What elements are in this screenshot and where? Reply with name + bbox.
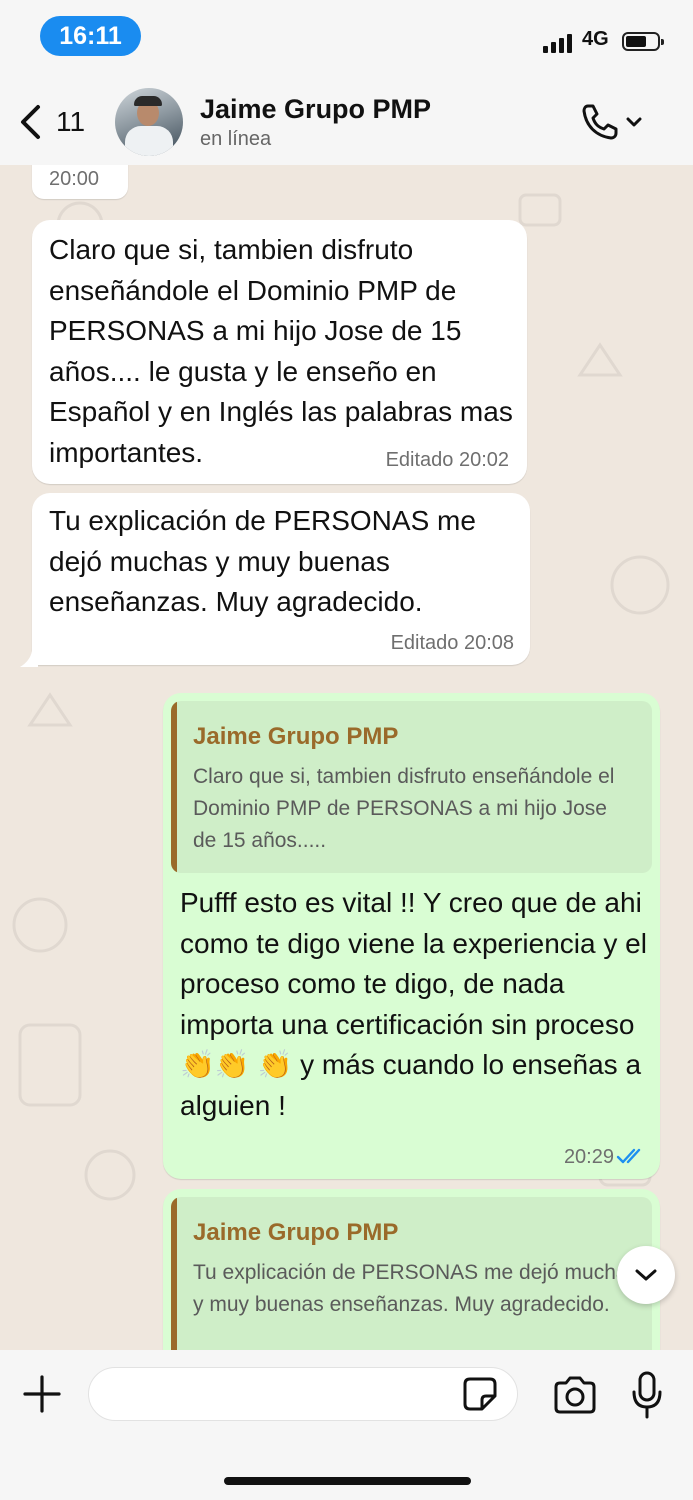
back-chevron-icon[interactable] — [16, 104, 46, 140]
composer-bar — [0, 1350, 693, 1500]
mic-icon[interactable] — [630, 1370, 664, 1420]
quote-author: Jaime Grupo PMP — [193, 723, 399, 750]
plus-icon[interactable] — [22, 1374, 62, 1414]
quote-text: Claro que si, tambien disfruto enseñándo… — [193, 765, 615, 852]
chat-header: 11 Jaime Grupo PMP en línea — [0, 80, 693, 165]
message-text: Pufff esto es vital !! Y creo que de ahi… — [180, 887, 647, 1121]
network-type: 4G — [582, 28, 609, 50]
home-indicator — [224, 1477, 471, 1485]
sticker-icon[interactable] — [462, 1376, 498, 1412]
message-bubble-incoming[interactable]: Tu explicación de PERSONAS me dejó mucha… — [32, 493, 530, 665]
status-time: 16:11 — [40, 16, 141, 56]
scroll-down-button[interactable] — [617, 1246, 675, 1304]
phone-icon[interactable] — [580, 102, 652, 142]
message-time: 20:00 — [49, 168, 100, 190]
double-check-icon — [616, 1148, 641, 1164]
quoted-message[interactable]: Jaime Grupo PMP Tu explicación de PERSON… — [171, 1197, 652, 1350]
chevron-down-icon — [626, 117, 642, 127]
quote-text: Tu explicación de PERSONAS me dejó mucha… — [193, 1261, 639, 1316]
message-bubble-outgoing[interactable]: Jaime Grupo PMP Claro que si, tambien di… — [163, 693, 660, 1179]
camera-icon[interactable] — [552, 1375, 598, 1415]
message-meta: Editado 20:02 — [385, 449, 509, 471]
quote-author: Jaime Grupo PMP — [193, 1219, 399, 1246]
quoted-message[interactable]: Jaime Grupo PMP Claro que si, tambien di… — [171, 701, 652, 873]
message-bubble-incoming[interactable]: Claro que si, tambien disfruto enseñándo… — [32, 220, 527, 484]
message-bubble-incoming[interactable]: 20:00 — [32, 165, 128, 199]
message-time: 20:29 — [563, 1146, 614, 1168]
message-text: Claro que si, tambien disfruto enseñándo… — [49, 234, 513, 468]
cell-signal-icon — [543, 34, 572, 53]
message-meta: Editado 20:08 — [390, 632, 514, 654]
message-bubble-outgoing[interactable]: Jaime Grupo PMP Tu explicación de PERSON… — [163, 1189, 660, 1350]
message-text: Tu explicación de PERSONAS me dejó mucha… — [49, 505, 476, 617]
bubble-tail — [20, 651, 38, 667]
contact-status: en línea — [200, 128, 272, 150]
chat-area[interactable]: 20:00 Claro que si, tambien disfruto ens… — [0, 165, 693, 1350]
message-input[interactable] — [88, 1367, 518, 1421]
scroll-down-icon — [635, 1269, 657, 1281]
avatar[interactable] — [115, 88, 183, 156]
contact-name[interactable]: Jaime Grupo PMP — [200, 94, 431, 125]
unread-count[interactable]: 11 — [56, 106, 85, 138]
battery-icon — [622, 32, 664, 51]
status-bar: 16:11 4G — [0, 0, 693, 80]
